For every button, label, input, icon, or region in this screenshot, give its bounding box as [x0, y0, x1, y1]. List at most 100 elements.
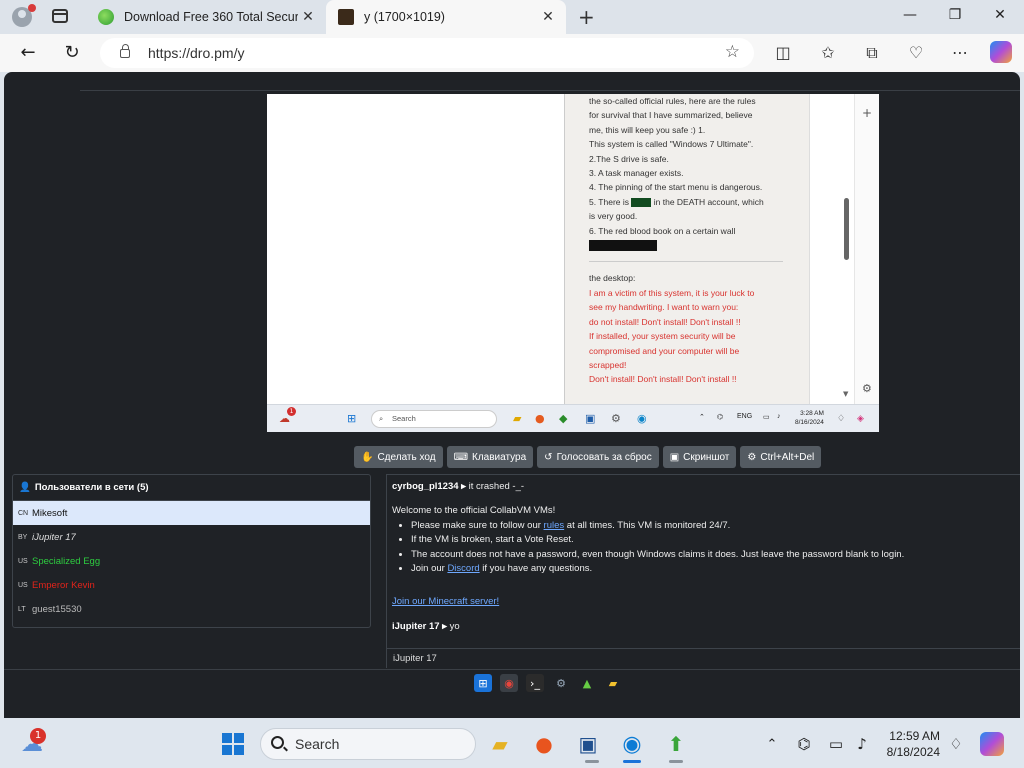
undo-icon: ↺	[544, 451, 553, 463]
edge-icon[interactable]: ◉	[620, 732, 644, 757]
tab-close-icon[interactable]: ✕	[298, 9, 318, 25]
network-off-icon[interactable]: ⌬	[792, 732, 816, 756]
chat-text: it crashed -_-	[468, 481, 525, 492]
settings-gear-icon[interactable]: ⚙	[862, 382, 872, 395]
favorites-icon[interactable]: ✩	[817, 43, 839, 62]
display-icon[interactable]: ▭	[824, 732, 848, 756]
vm-screen[interactable]: the so-called official rules, here are t…	[267, 94, 879, 432]
file-explorer-icon[interactable]: ▰	[488, 732, 512, 756]
tab-title: y (1700×1019)	[364, 10, 445, 24]
dock-app-icon[interactable]: ▲	[578, 674, 596, 692]
doc-warning-line: do not install! Don't install! Don't ins…	[589, 316, 741, 327]
vm-search-box[interactable]: ⌕ Search	[371, 410, 497, 428]
vm-bell-icon[interactable]: ♢	[837, 413, 845, 424]
tab-y-image[interactable]: y (1700×1019) ✕	[326, 0, 566, 34]
collections-icon[interactable]: ⧉	[861, 43, 883, 63]
vm-app-icon-2[interactable]: ▣	[585, 412, 595, 425]
scroll-down-icon[interactable]: ▼	[843, 390, 848, 398]
user-list-item[interactable]: US Specialized Egg	[13, 549, 370, 573]
discord-link[interactable]: Discord	[447, 563, 479, 574]
vm-clock[interactable]: 3:28 AM 8/16/2024	[795, 409, 824, 427]
vm-folder-icon[interactable]: ▰	[513, 412, 521, 425]
vm-scrollbar-thumb[interactable]	[844, 198, 849, 260]
restore-button[interactable]: ❐	[945, 7, 965, 23]
username: Specialized Egg	[32, 555, 101, 567]
user-list-item[interactable]: LT guest15530	[13, 597, 370, 621]
doc-line: the so-called official rules, here are t…	[589, 96, 756, 106]
button-label: Ctrl+Alt+Del	[760, 451, 815, 463]
dock-folder-icon[interactable]: ▰	[604, 674, 622, 692]
vm-display-icon[interactable]: ▭	[763, 413, 770, 421]
tray-chevron-icon[interactable]: ⌃	[760, 732, 784, 756]
vote-reset-button[interactable]: ↺ Голосовать за сброс	[537, 446, 659, 468]
chat-text: yo	[449, 621, 460, 632]
chat-input[interactable]: iJupiter 17	[386, 648, 1020, 668]
address-bar[interactable]: https://dro.pm/y ☆	[100, 38, 754, 68]
tab-360-total-security[interactable]: Download Free 360 Total Securit ✕	[86, 0, 326, 34]
copilot-icon[interactable]	[990, 41, 1012, 63]
welcome-rule: If the VM is broken, start a Vote Reset.	[411, 533, 904, 548]
vm-copilot-icon[interactable]: ◈	[857, 413, 864, 424]
dock-chrome-icon[interactable]: ◉	[500, 674, 518, 692]
url-text: https://dro.pm/y	[148, 45, 245, 61]
plus-icon[interactable]: +	[862, 106, 872, 120]
doc-line: 3. A task manager exists.	[589, 168, 684, 179]
back-button[interactable]: ←	[17, 42, 39, 63]
search-icon	[271, 736, 284, 749]
country-code: CN	[18, 509, 29, 517]
system-clock[interactable]: 12:59 AM 8/18/2024	[870, 728, 940, 760]
browser-essentials-icon[interactable]: ♡	[905, 43, 927, 62]
firefox-icon[interactable]: ●	[532, 732, 556, 756]
doc-line-part: in the DEATH account, which	[653, 196, 764, 207]
vm-tray-chevron-icon[interactable]: ⌃	[699, 413, 705, 421]
app-xp-icon[interactable]: ▣	[576, 732, 600, 756]
screenshot-button[interactable]: ▣ Скриншот	[662, 446, 737, 468]
taskbar-search[interactable]: Search	[260, 728, 476, 760]
minecraft-link[interactable]: Join our Minecraft server!	[392, 596, 499, 607]
split-screen-icon[interactable]: ◫	[772, 43, 794, 62]
vm-date: 8/16/2024	[795, 419, 824, 426]
rule-text: if you have any questions.	[479, 563, 593, 574]
dock-terminal-icon[interactable]: ›_	[526, 674, 544, 692]
tab-actions-icon[interactable]	[52, 9, 68, 23]
favorite-star-icon[interactable]: ☆	[725, 42, 740, 62]
ctrl-alt-del-button[interactable]: ⚙ Ctrl+Alt+Del	[740, 446, 822, 468]
vm-firefox-icon[interactable]: ●	[535, 412, 545, 425]
vm-language[interactable]: ENG	[737, 413, 752, 420]
dock-start-icon[interactable]: ⊞	[474, 674, 492, 692]
country-code: US	[18, 557, 28, 565]
minimize-button[interactable]: —	[900, 7, 920, 23]
take-turn-button[interactable]: ✋ Сделать ход	[354, 446, 443, 468]
vm-app-icon[interactable]: ◆	[559, 412, 567, 425]
rule-text: at all times. This VM is monitored 24/7.	[564, 519, 731, 531]
running-indicator	[585, 760, 599, 763]
button-label: Клавиатура	[472, 451, 527, 463]
refresh-button[interactable]: ↻	[61, 42, 83, 63]
lock-icon[interactable]	[120, 43, 130, 58]
vm-edge-icon[interactable]: ◉	[637, 412, 647, 425]
clock-date: 8/18/2024	[886, 745, 940, 759]
tab-close-icon[interactable]: ✕	[538, 9, 558, 25]
user-list-item[interactable]: CN Mikesoft	[13, 501, 370, 525]
more-menu-icon[interactable]: ⋯	[949, 43, 971, 62]
vm-volume-icon[interactable]: ♪	[777, 413, 781, 420]
collabvm-page: the so-called official rules, here are t…	[4, 72, 1020, 718]
doc-line: 4. The pinning of the start menu is dang…	[589, 182, 763, 193]
notification-bell-icon[interactable]: ♢	[944, 732, 968, 756]
vm-network-icon[interactable]: ⌬	[717, 413, 723, 421]
window-close-button[interactable]: ✕	[990, 7, 1010, 23]
security-app-icon[interactable]: ⬆	[664, 732, 688, 756]
user-list-item[interactable]: US Emperor Kevin	[13, 573, 370, 597]
copilot-taskbar-icon[interactable]	[980, 732, 1004, 756]
username: guest15530	[32, 603, 82, 615]
vm-start-icon[interactable]: ⊞	[347, 412, 356, 425]
dock-settings-icon[interactable]: ⚙	[552, 674, 570, 692]
new-tab-button[interactable]: +	[578, 5, 595, 29]
rules-link[interactable]: rules	[544, 520, 565, 531]
user-list-item[interactable]: BY iJupiter 17	[13, 525, 370, 549]
vm-settings-icon[interactable]: ⚙	[611, 412, 621, 425]
online-users-title: Пользователи в сети (5)	[34, 482, 149, 493]
keyboard-button[interactable]: ⌨ Клавиатура	[446, 446, 534, 468]
start-button[interactable]	[221, 732, 245, 756]
vm-time: 3:28 AM	[800, 410, 824, 417]
